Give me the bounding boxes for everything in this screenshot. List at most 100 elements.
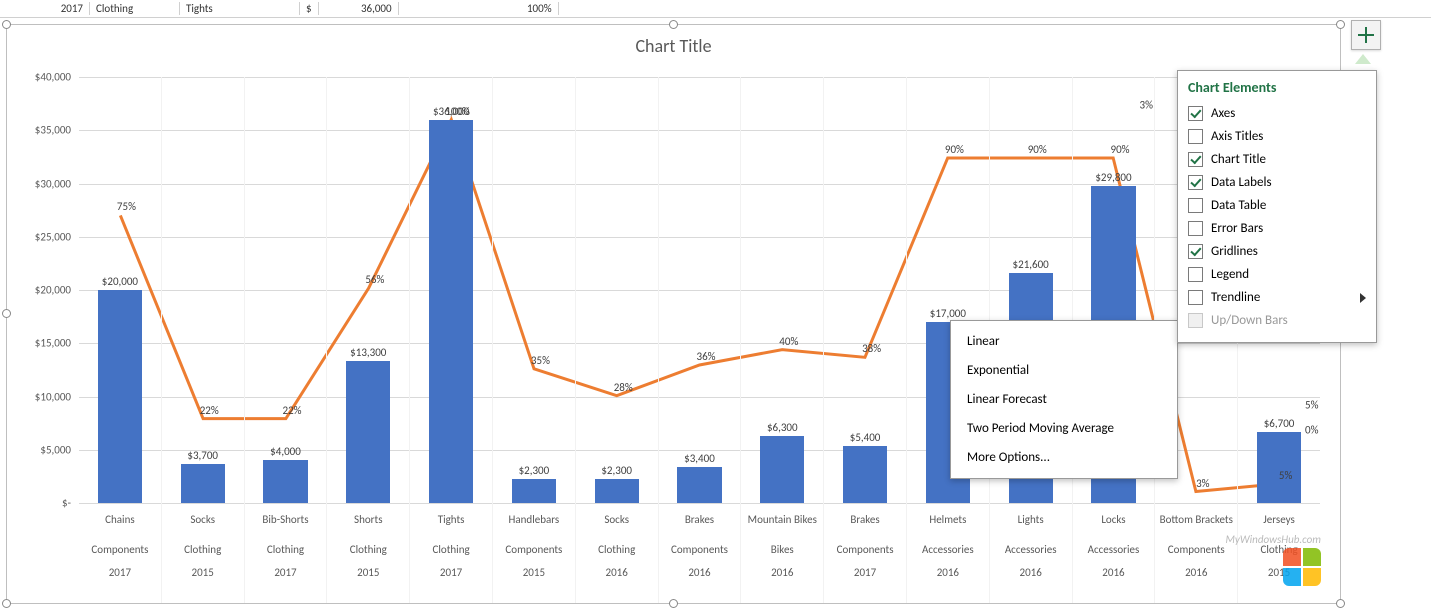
value-label: $20,000 <box>102 275 138 288</box>
x-subcat: Chains <box>79 507 161 533</box>
chart-element-item-data-table[interactable]: Data Table <box>1188 194 1366 217</box>
x-axis[interactable]: ChainsComponents2017SocksClothing2015Bib… <box>79 503 1320 603</box>
pct-label: 100% <box>445 105 470 118</box>
x-cat: Clothing <box>245 543 327 556</box>
trendline-option-more-options-[interactable]: More Options... <box>951 443 1177 472</box>
pane-title: Chart Elements <box>1188 79 1366 96</box>
value-label: $3,400 <box>684 452 715 465</box>
category-column[interactable]: $4,000 22% <box>245 77 328 503</box>
chart-title[interactable]: Chart Title <box>7 25 1340 61</box>
cell-cat[interactable]: Clothing <box>90 2 180 15</box>
bar[interactable]: $2,300 <box>595 479 639 503</box>
x-subcat: Locks <box>1073 507 1155 533</box>
chart-element-item-legend[interactable]: Legend <box>1188 263 1366 286</box>
pct-label: 90% <box>1110 143 1129 156</box>
cell-currency[interactable]: $ <box>300 2 319 15</box>
chart-element-item-gridlines[interactable]: Gridlines <box>1188 240 1366 263</box>
value-label: $2,300 <box>601 464 632 477</box>
category-column[interactable]: $5,40038% <box>824 77 907 503</box>
checkbox[interactable] <box>1188 244 1203 259</box>
checkbox <box>1188 313 1203 328</box>
y-tick-label: $35,000 <box>21 124 71 137</box>
chart-element-item-trendline[interactable]: Trendline <box>1188 286 1366 309</box>
category-column[interactable]: $36,000 100% <box>410 77 493 503</box>
resize-handle[interactable] <box>2 20 11 29</box>
chart-element-item-error-bars[interactable]: Error Bars <box>1188 217 1366 240</box>
item-label: Axis Titles <box>1211 129 1263 144</box>
bar[interactable]: $5,400 <box>843 446 887 504</box>
submenu-arrow-icon <box>1360 293 1366 303</box>
chart-element-item-axes[interactable]: Axes <box>1188 102 1366 125</box>
resize-handle[interactable] <box>669 20 678 29</box>
x-tick: LightsAccessories2016 <box>990 503 1073 603</box>
bar[interactable]: $3,700 <box>181 464 225 503</box>
pct-label: 22% <box>283 404 302 417</box>
pct-label: 22% <box>200 404 219 417</box>
category-column[interactable]: $3,40036% <box>659 77 742 503</box>
chart-element-item-chart-title[interactable]: Chart Title <box>1188 148 1366 171</box>
category-column[interactable]: $13,30056% <box>327 77 410 503</box>
x-year: 2015 <box>162 566 244 579</box>
resize-handle[interactable] <box>2 309 11 318</box>
category-column[interactable]: $2,30028% <box>576 77 659 503</box>
chart-object[interactable]: Chart Title $-$5,000$10,000$15,000$20,00… <box>6 24 1341 604</box>
x-subcat: Brakes <box>824 507 906 533</box>
bar[interactable]: $6,300 <box>760 436 804 503</box>
category-column[interactable]: $6,30040% <box>741 77 824 503</box>
value-label: $3,700 <box>187 449 218 462</box>
resize-handle[interactable] <box>1336 20 1345 29</box>
chart-element-item-data-labels[interactable]: Data Labels <box>1188 171 1366 194</box>
cell-subcat[interactable]: Tights <box>180 2 300 15</box>
category-column[interactable]: $20,00075% <box>79 77 162 503</box>
watermark: MyWindowsHub.com <box>1226 533 1321 546</box>
pct-label-extra: 0% <box>1305 424 1318 437</box>
resize-handle[interactable] <box>1336 599 1345 608</box>
x-subcat: Bib-Shorts <box>245 507 327 533</box>
pct-label: 90% <box>945 143 964 156</box>
x-cat: Components <box>79 543 161 556</box>
checkbox[interactable] <box>1188 290 1203 305</box>
checkbox[interactable] <box>1188 221 1203 236</box>
bar[interactable]: $3,400 <box>677 467 721 503</box>
resize-handle[interactable] <box>2 599 11 608</box>
category-column[interactable]: $3,700 22% <box>162 77 245 503</box>
trendline-option-two-period-moving-average[interactable]: Two Period Moving Average <box>951 414 1177 443</box>
checkbox[interactable] <box>1188 152 1203 167</box>
windows-logo-icon <box>1283 548 1321 586</box>
x-subcat: Mountain Bikes <box>741 507 823 533</box>
trendline-option-linear[interactable]: Linear <box>951 327 1177 356</box>
bar[interactable]: $13,300 <box>346 361 390 503</box>
checkbox[interactable] <box>1188 198 1203 213</box>
trendline-option-exponential[interactable]: Exponential <box>951 356 1177 385</box>
checkbox[interactable] <box>1188 129 1203 144</box>
value-label: $29,800 <box>1095 171 1131 184</box>
chart-elements-pane[interactable]: Chart Elements Axes Axis Titles Chart Titl… <box>1177 70 1377 343</box>
checkbox[interactable] <box>1188 267 1203 282</box>
x-year: 2017 <box>824 566 906 579</box>
category-column[interactable]: $2,30035% <box>493 77 576 503</box>
x-year: 2015 <box>327 566 409 579</box>
bar[interactable]: $4,000 <box>263 460 307 503</box>
x-year: 2016 <box>659 566 741 579</box>
cell-year[interactable]: 2017 <box>0 2 90 15</box>
checkbox[interactable] <box>1188 175 1203 190</box>
chart-elements-button[interactable] <box>1351 20 1381 50</box>
chart-element-item-axis-titles[interactable]: Axis Titles <box>1188 125 1366 148</box>
bar[interactable]: $6,700 <box>1257 432 1301 503</box>
x-tick: BrakesComponents2016 <box>659 503 742 603</box>
trendline-submenu[interactable]: LinearExponentialLinear ForecastTwo Peri… <box>950 320 1178 479</box>
bar[interactable]: $2,300 <box>512 479 556 503</box>
cell-pct[interactable]: 100% <box>399 2 559 15</box>
x-cat: Accessories <box>907 543 989 556</box>
cell-value[interactable]: 36,000 <box>319 2 399 15</box>
callout-arrow <box>1355 54 1371 64</box>
x-cat: Components <box>493 543 575 556</box>
trendline-option-linear-forecast[interactable]: Linear Forecast <box>951 385 1177 414</box>
bar[interactable]: $20,000 <box>98 290 142 503</box>
checkbox[interactable] <box>1188 106 1203 121</box>
bar[interactable]: $36,000 <box>429 120 473 503</box>
x-cat: Clothing <box>162 543 244 556</box>
item-label: Legend <box>1211 267 1249 282</box>
x-subcat: Jerseys <box>1238 507 1320 533</box>
x-year: 2017 <box>410 566 492 579</box>
